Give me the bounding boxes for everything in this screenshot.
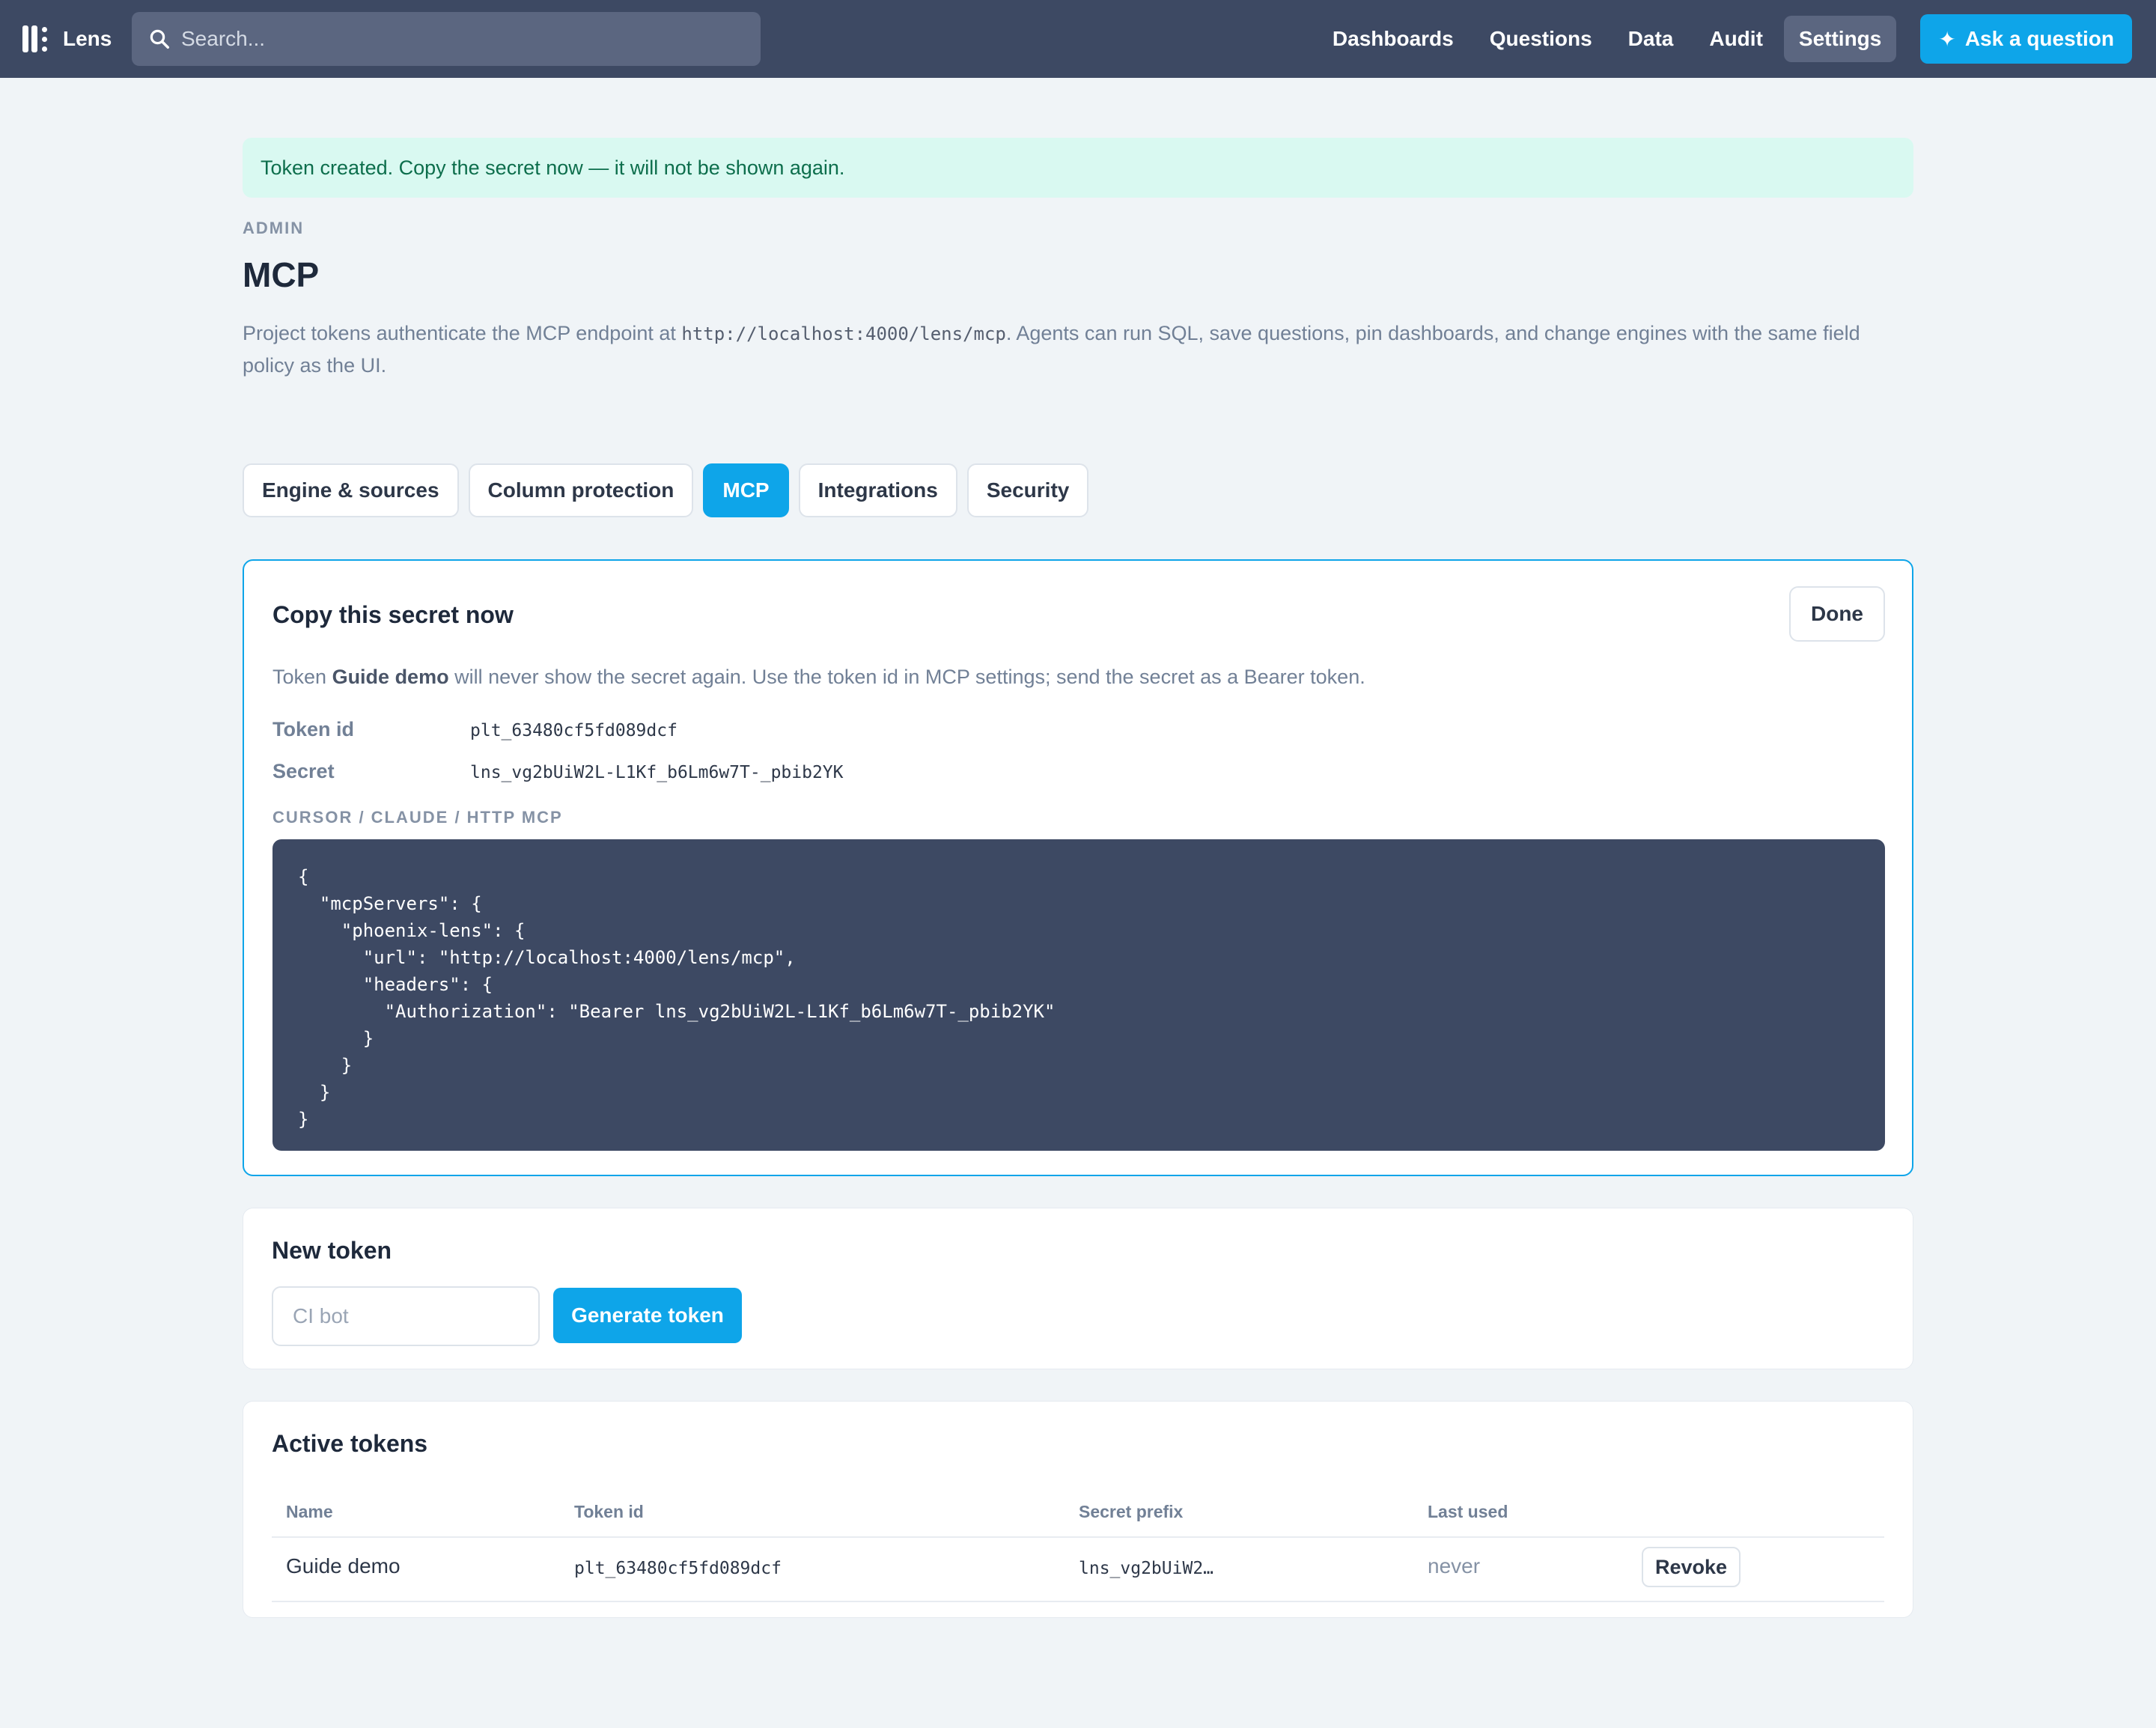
top-bar: Lens Dashboards Questions Data Audit Set…: [0, 0, 2156, 78]
revoke-button[interactable]: Revoke: [1642, 1547, 1741, 1587]
generate-token-button[interactable]: Generate token: [553, 1288, 742, 1343]
column-header-last-used: Last used: [1428, 1502, 1508, 1521]
search-bar[interactable]: [132, 12, 761, 66]
table-divider: [272, 1601, 1884, 1602]
search-input[interactable]: [181, 27, 750, 51]
alert-message: Token created. Copy the secret now — it …: [261, 156, 845, 179]
nav-audit[interactable]: Audit: [1694, 16, 1778, 62]
table-divider: [272, 1536, 1884, 1538]
endpoint-url: http://localhost:4000/lens/mcp: [681, 323, 1006, 344]
done-button[interactable]: Done: [1789, 586, 1885, 642]
secret-note: Token Guide demo will never show the sec…: [272, 666, 1365, 689]
mcp-config-code[interactable]: { "mcpServers": { "phoenix-lens": { "url…: [272, 839, 1885, 1151]
token-id-label: Token id: [272, 718, 355, 740]
secret-note-token-name: Guide demo: [332, 666, 449, 688]
secret-note-start: Token: [272, 666, 332, 688]
column-header-token-id: Token id: [574, 1502, 644, 1521]
description-text-start: Project tokens authenticate the MCP endp…: [243, 322, 682, 344]
code-label: CURSOR / CLAUDE / HTTP MCP: [272, 808, 563, 827]
lens-logo-icon: [22, 24, 51, 54]
new-token-title: New token: [272, 1237, 392, 1264]
page-description: Project tokens authenticate the MCP endp…: [243, 317, 1913, 381]
secret-card: Copy this secret now Done Token Guide de…: [243, 559, 1913, 1176]
success-alert: Token created. Copy the secret now — it …: [243, 138, 1913, 198]
page-title: MCP: [243, 255, 320, 294]
new-token-card: New token Generate token: [243, 1208, 1913, 1369]
search-icon: [150, 29, 169, 49]
row-secret-prefix: lns_vg2bUiW2…: [1079, 1559, 1214, 1578]
row-name: Guide demo: [286, 1554, 401, 1578]
row-last-used: never: [1428, 1554, 1481, 1578]
secret-value[interactable]: lns_vg2bUiW2L-L1Kf_b6Lm6w7T-_pbib2YK: [470, 763, 844, 782]
nav-questions[interactable]: Questions: [1475, 16, 1607, 62]
settings-tabs: Engine & sources Column protection MCP I…: [243, 463, 1913, 517]
main-nav: Dashboards Questions Data Audit Settings…: [1312, 0, 2132, 78]
nav-data[interactable]: Data: [1613, 16, 1689, 62]
app-name: Lens: [63, 27, 112, 50]
active-tokens-title: Active tokens: [272, 1430, 428, 1457]
tab-mcp[interactable]: MCP: [703, 463, 789, 517]
tab-engine-sources[interactable]: Engine & sources: [243, 463, 459, 517]
active-tokens-card: Active tokens Name Token id Secret prefi…: [243, 1401, 1913, 1618]
main-content: Token created. Copy the secret now — it …: [243, 138, 1913, 1618]
row-token-id: plt_63480cf5fd089dcf: [574, 1559, 782, 1578]
column-header-name: Name: [286, 1502, 333, 1521]
token-id-value[interactable]: plt_63480cf5fd089dcf: [470, 721, 677, 740]
sparkle-icon: ✦: [1938, 27, 1956, 51]
tab-integrations[interactable]: Integrations: [798, 463, 957, 517]
nav-dashboards[interactable]: Dashboards: [1318, 16, 1469, 62]
ask-question-label: Ask a question: [1964, 27, 2114, 50]
column-header-secret-prefix: Secret prefix: [1079, 1502, 1184, 1521]
brand[interactable]: Lens: [22, 24, 112, 54]
secret-label: Secret: [272, 760, 335, 782]
secret-note-end: will never show the secret again. Use th…: [448, 666, 1365, 688]
tab-column-protection[interactable]: Column protection: [468, 463, 694, 517]
ask-question-button[interactable]: ✦ Ask a question: [1920, 14, 2132, 64]
nav-settings[interactable]: Settings: [1783, 16, 1897, 62]
secret-card-title: Copy this secret now: [272, 601, 514, 628]
token-name-input[interactable]: [272, 1286, 540, 1346]
tab-security[interactable]: Security: [966, 463, 1089, 517]
page-eyebrow: ADMIN: [243, 219, 305, 237]
